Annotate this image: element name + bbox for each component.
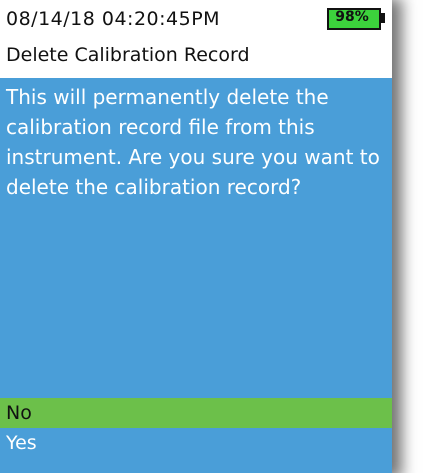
battery-icon: 98% xyxy=(327,8,385,30)
screen-title: Delete Calibration Record xyxy=(6,44,250,66)
confirmation-message: This will permanently delete the calibra… xyxy=(6,85,380,199)
option-no[interactable]: No xyxy=(0,398,392,428)
datetime: 08/14/18 04:20:45PM xyxy=(6,8,221,30)
status-bar: 08/14/18 04:20:45PM 98% xyxy=(0,0,392,38)
device-screen: 08/14/18 04:20:45PM 98% Delete Calibrati… xyxy=(0,0,392,473)
option-yes[interactable]: Yes xyxy=(0,428,392,458)
battery-percent: 98% xyxy=(335,9,369,25)
battery-tip xyxy=(381,13,385,23)
dialog-content: This will permanently delete the calibra… xyxy=(0,78,392,473)
